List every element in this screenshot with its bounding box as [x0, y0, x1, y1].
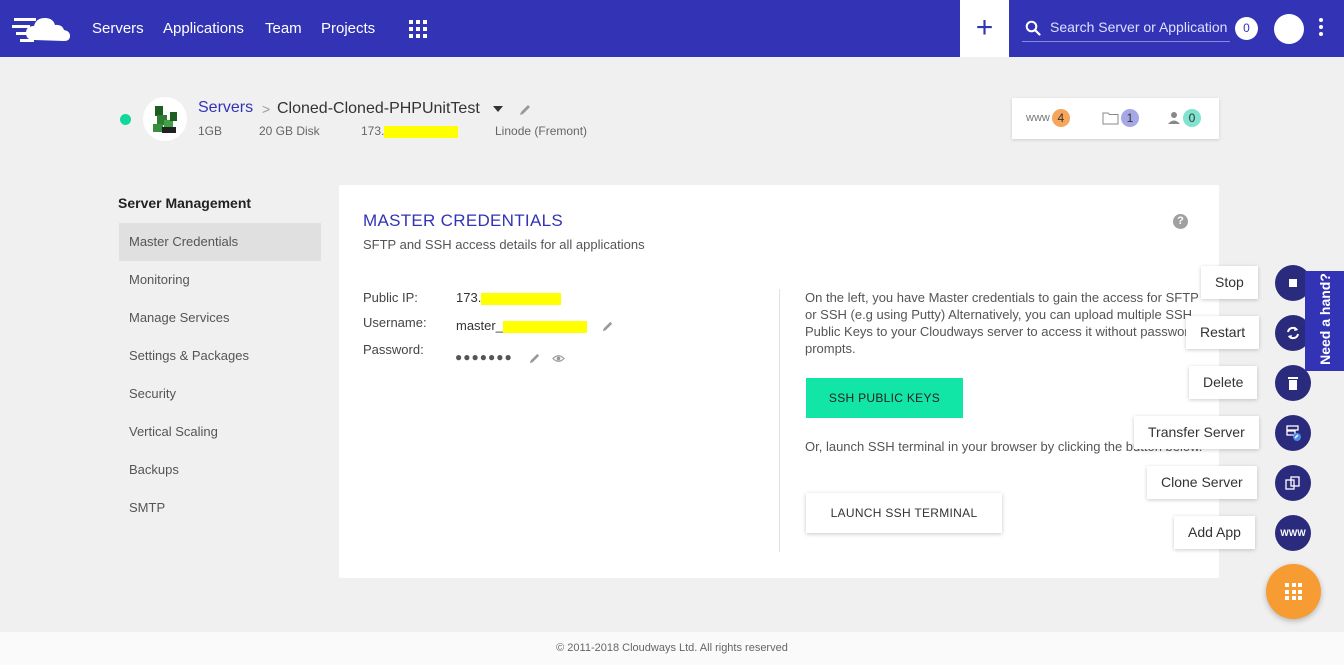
- redacted-ip: [384, 125, 459, 138]
- clone-icon-button[interactable]: [1275, 465, 1311, 501]
- public-ip-prefix: 173.: [456, 290, 482, 305]
- add-app-button[interactable]: Add App: [1174, 516, 1255, 549]
- transfer-server-icon: [1286, 425, 1301, 441]
- nav-projects[interactable]: Projects: [321, 20, 375, 37]
- user-avatar[interactable]: [1274, 14, 1304, 44]
- edit-server-name-icon[interactable]: [518, 103, 532, 117]
- username-label: Username:: [363, 315, 427, 330]
- menu-smtp[interactable]: SMTP: [119, 489, 321, 527]
- cloudways-logo-icon[interactable]: [12, 10, 74, 46]
- server-management-title: Server Management: [118, 195, 252, 211]
- need-a-hand-label: Need a hand?: [1317, 273, 1333, 365]
- add-app-icon-button[interactable]: WWW: [1275, 515, 1311, 551]
- public-ip-label: Public IP:: [363, 290, 418, 305]
- card-subtitle: SFTP and SSH access details for all appl…: [363, 237, 645, 252]
- username-value[interactable]: master_: [456, 318, 587, 333]
- password-value[interactable]: ●●●●●●●: [455, 350, 513, 364]
- breadcrumb-servers[interactable]: Servers: [198, 99, 253, 117]
- grid-menu-icon: [1285, 583, 1302, 600]
- clone-server-icon: [1285, 476, 1300, 490]
- launch-ssh-terminal-button[interactable]: LAUNCH SSH TERMINAL: [806, 493, 1002, 533]
- redacted-ip: [481, 292, 562, 305]
- menu-manage-services[interactable]: Manage Services: [119, 299, 321, 337]
- transfer-server-button[interactable]: Transfer Server: [1134, 416, 1259, 449]
- menu-monitoring[interactable]: Monitoring: [119, 261, 321, 299]
- menu-vertical-scaling[interactable]: Vertical Scaling: [119, 413, 321, 451]
- nav-team[interactable]: Team: [265, 20, 302, 37]
- stop-icon: [1289, 279, 1297, 287]
- folders-count: 1: [1121, 109, 1139, 127]
- folders-counter[interactable]: 1: [1102, 109, 1139, 127]
- help-icon[interactable]: ?: [1173, 214, 1188, 229]
- server-counters: www 4 1 0: [1012, 98, 1219, 139]
- www-count: 4: [1051, 109, 1070, 127]
- nav-applications[interactable]: Applications: [163, 20, 244, 37]
- www-counter-label: www: [1026, 111, 1050, 124]
- footer: © 2011-2018 Cloudways Ltd. All rights re…: [0, 632, 1344, 665]
- menu-security[interactable]: Security: [119, 375, 321, 413]
- menu-settings-packages[interactable]: Settings & Packages: [119, 337, 321, 375]
- ssh-info-text: On the left, you have Master credentials…: [805, 290, 1199, 356]
- redacted-username: [502, 320, 587, 333]
- www-icon: WWW: [1280, 528, 1306, 538]
- ssh-public-keys-button[interactable]: SSH PUBLIC KEYS: [806, 378, 963, 418]
- server-ram: 1GB: [198, 124, 223, 138]
- top-navbar: Servers Applications Team Projects + 0: [0, 0, 1344, 57]
- search-input[interactable]: [1050, 16, 1230, 38]
- server-ip-prefix: 173.: [361, 124, 385, 138]
- add-button[interactable]: +: [960, 0, 1009, 57]
- nav-servers[interactable]: Servers: [92, 20, 144, 37]
- trash-icon: [1288, 377, 1298, 390]
- server-logo-icon: [143, 97, 187, 141]
- server-status-indicator: [120, 114, 131, 125]
- username-prefix: master_: [456, 318, 503, 333]
- show-password-eye-icon[interactable]: [552, 352, 565, 365]
- more-options-icon[interactable]: [1318, 18, 1324, 40]
- notifications-badge[interactable]: 0: [1235, 17, 1258, 40]
- server-disk: 20 GB Disk: [259, 124, 320, 138]
- breadcrumb-separator: >: [262, 101, 271, 117]
- password-label: Password:: [363, 342, 424, 357]
- actions-menu-toggle[interactable]: [1266, 564, 1321, 619]
- menu-master-credentials[interactable]: Master Credentials: [119, 223, 321, 261]
- master-credentials-card: MASTER CREDENTIALS SFTP and SSH access d…: [339, 185, 1219, 578]
- restart-server-button[interactable]: Restart: [1186, 316, 1260, 349]
- users-counter[interactable]: 0: [1167, 109, 1201, 127]
- server-name[interactable]: Cloned-Cloned-PHPUnitTest: [277, 100, 480, 118]
- clone-server-button[interactable]: Clone Server: [1147, 466, 1257, 499]
- folder-icon: [1102, 112, 1119, 125]
- card-title: MASTER CREDENTIALS: [363, 211, 563, 230]
- server-provider: Linode (Fremont): [495, 124, 588, 138]
- restart-icon: [1287, 326, 1299, 340]
- search-box: [1022, 14, 1230, 42]
- server-dropdown-icon[interactable]: [493, 106, 503, 112]
- user-icon: [1168, 112, 1180, 124]
- www-counter[interactable]: www 4: [1026, 109, 1070, 127]
- column-divider: [779, 289, 780, 552]
- stop-server-button[interactable]: Stop: [1201, 266, 1258, 299]
- users-count: 0: [1183, 109, 1201, 127]
- server-ip: 173.: [361, 124, 459, 138]
- search-icon: [1025, 20, 1041, 36]
- delete-server-button[interactable]: Delete: [1189, 366, 1258, 399]
- public-ip-value[interactable]: 173.: [456, 290, 562, 305]
- apps-grid-icon[interactable]: [409, 20, 427, 38]
- menu-backups[interactable]: Backups: [119, 451, 321, 489]
- edit-username-icon[interactable]: [601, 320, 614, 333]
- transfer-icon-button[interactable]: [1275, 415, 1311, 451]
- need-a-hand-tab[interactable]: Need a hand?: [1305, 271, 1344, 371]
- edit-password-icon[interactable]: [528, 352, 541, 365]
